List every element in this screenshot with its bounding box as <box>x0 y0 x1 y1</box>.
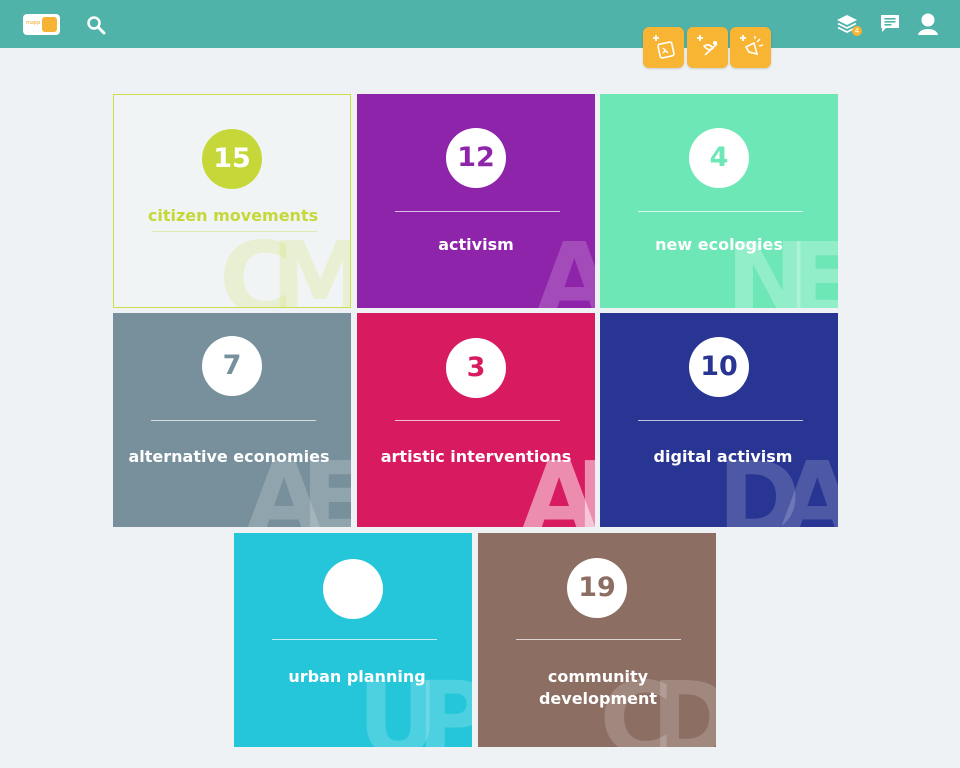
category-label: urban planning <box>288 667 426 686</box>
user-icon[interactable] <box>917 12 939 40</box>
category-count: 4 <box>689 128 749 188</box>
category-tile-community-development[interactable]: CD 19 community development <box>478 533 716 747</box>
add-event-button[interactable] <box>730 27 771 68</box>
add-place-icon <box>697 35 718 56</box>
category-label: community development <box>538 667 658 708</box>
chat-icon[interactable] <box>879 13 901 39</box>
tile-divider <box>395 211 560 212</box>
top-bar: mapp 4 <box>0 0 960 48</box>
category-count: 19 <box>567 558 627 618</box>
layers-count-badge: 4 <box>852 26 862 36</box>
add-pin-icon <box>653 35 675 59</box>
category-tile-artistic-interventions[interactable]: AI 3 artistic interventions <box>357 313 595 527</box>
category-label: artistic interventions <box>380 447 572 466</box>
tile-initials: CM <box>219 220 350 308</box>
tile-divider <box>638 211 803 212</box>
category-label: alternative economies <box>128 447 330 466</box>
category-tile-activism[interactable]: A 12 activism <box>357 94 595 308</box>
category-label: digital activism <box>653 447 793 466</box>
category-label: new ecologies <box>655 235 783 254</box>
tile-divider <box>151 420 316 421</box>
app-logo[interactable]: mapp <box>23 14 60 35</box>
add-pin-button[interactable] <box>643 27 684 68</box>
category-count: 7 <box>202 336 262 396</box>
category-label: activism <box>438 235 514 254</box>
logo-text: mapp <box>26 20 41 26</box>
tile-divider <box>152 231 317 232</box>
category-label: citizen movements <box>147 206 319 225</box>
category-count: 3 <box>446 338 506 398</box>
category-tile-new-ecologies[interactable]: NE 4 new ecologies <box>600 94 838 308</box>
category-count: 15 <box>202 129 262 189</box>
tile-divider <box>272 639 437 640</box>
category-tile-urban-planning[interactable]: UP urban planning <box>234 533 472 747</box>
category-count: 12 <box>446 128 506 188</box>
tile-divider <box>638 420 803 421</box>
category-tile-citizen-movements[interactable]: CM 15 citizen movements <box>113 94 351 308</box>
category-count <box>323 559 383 619</box>
tile-divider <box>395 420 560 421</box>
add-place-button[interactable] <box>687 27 728 68</box>
logo-mark <box>42 17 57 32</box>
search-icon[interactable] <box>86 15 106 35</box>
tile-divider <box>516 639 681 640</box>
category-tile-alternative-economies[interactable]: AE 7 alternative economies <box>113 313 351 527</box>
category-tile-digital-activism[interactable]: DA 10 digital activism <box>600 313 838 527</box>
add-event-icon <box>740 35 764 56</box>
category-count: 10 <box>689 337 749 397</box>
